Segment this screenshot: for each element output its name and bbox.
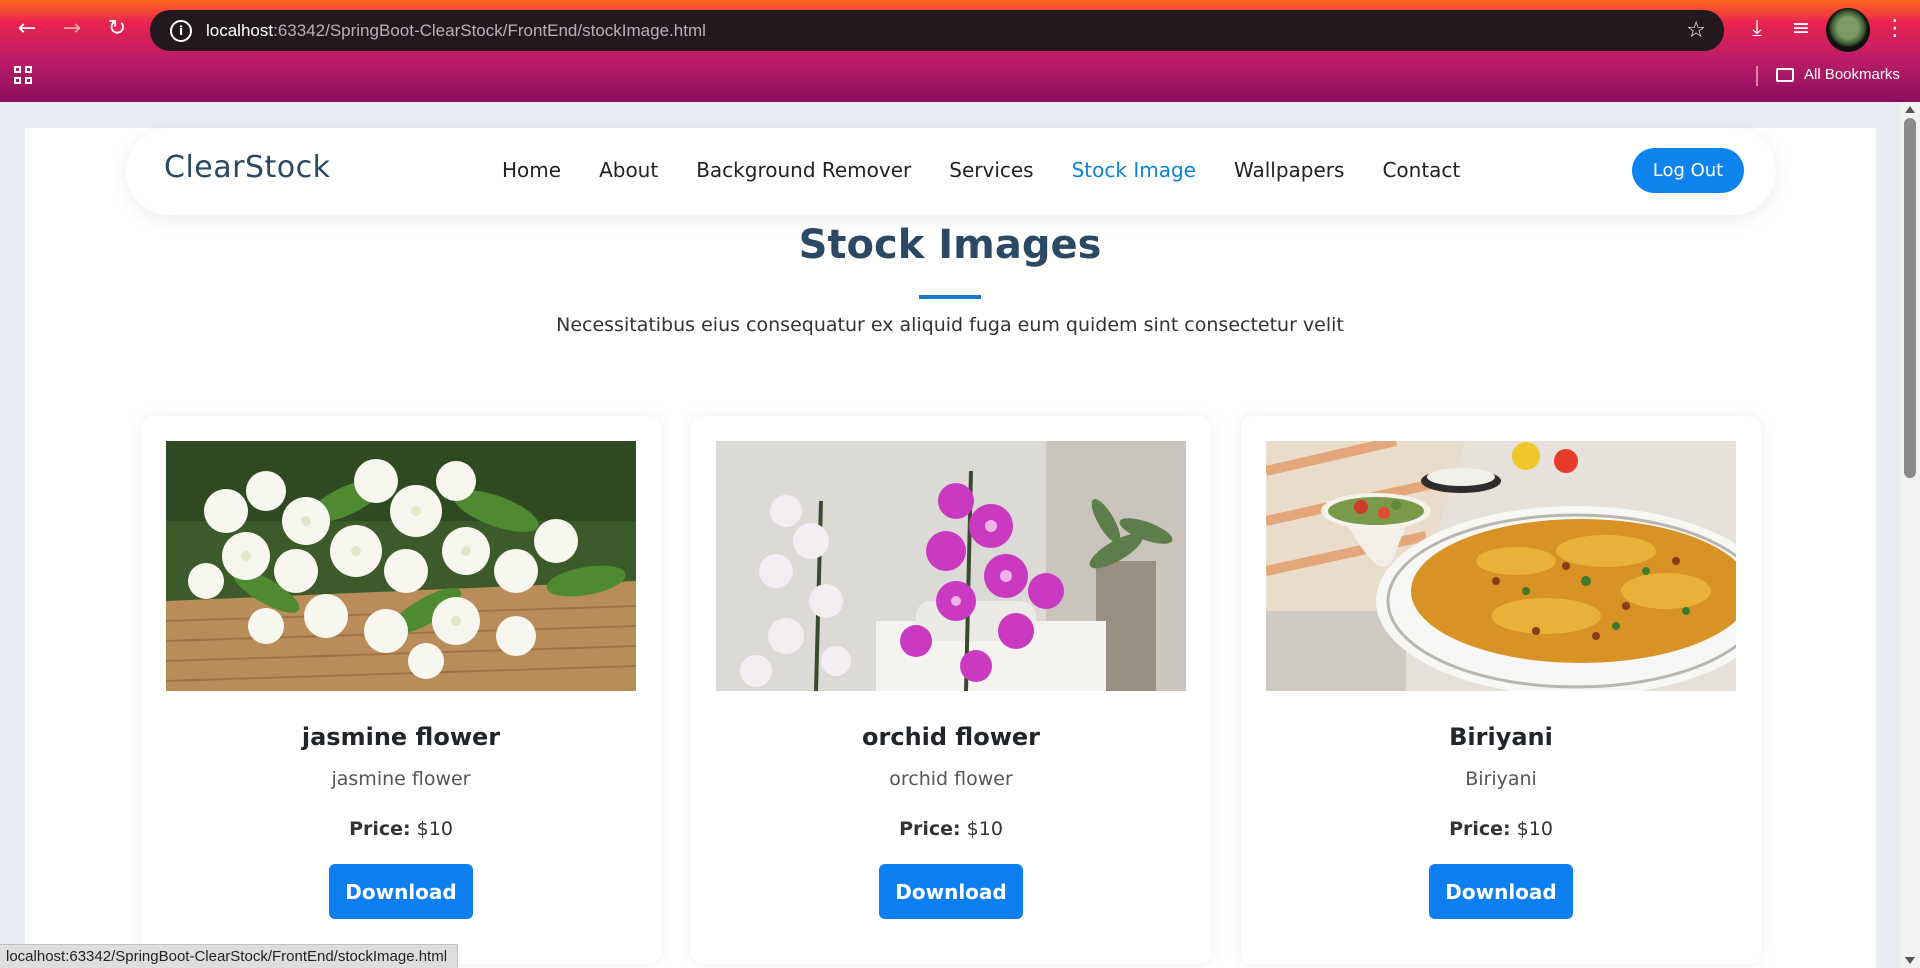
card-price: Price: $10 (1241, 818, 1761, 840)
download-button[interactable]: Download (329, 864, 473, 919)
nav-services[interactable]: Services (949, 158, 1033, 182)
download-icon[interactable]: ⤓ (1742, 14, 1772, 44)
site-navbar: ClearStock Home About Background Remover… (126, 128, 1776, 215)
price-label: Price: (899, 818, 961, 840)
card-title: Biriyani (1449, 723, 1553, 751)
site-info-icon[interactable]: i (170, 19, 192, 42)
section-title: Stock Images (798, 222, 1102, 268)
apps-grid-icon[interactable] (14, 66, 34, 86)
orchid-flower-image (716, 441, 1186, 691)
price-value: $10 (416, 818, 453, 840)
stock-image-grid: jasmine flower jasmine flower Price: $10… (141, 416, 1761, 964)
logout-button[interactable]: Log Out (1632, 148, 1744, 193)
card-title: jasmine flower (301, 723, 501, 751)
folder-icon (1776, 67, 1794, 82)
scroll-down-arrow-icon[interactable] (1905, 957, 1915, 964)
section-subtitle: Necessitatibus eius consequatur ex aliqu… (556, 314, 1344, 336)
all-bookmarks-button[interactable]: All Bookmarks (1776, 66, 1900, 83)
card-title: orchid flower (862, 723, 1040, 751)
title-underline (919, 295, 981, 299)
card-description: jasmine flower (331, 768, 471, 790)
scroll-up-arrow-icon[interactable] (1905, 106, 1915, 113)
url-host: localhost (206, 20, 274, 40)
nav-home[interactable]: Home (502, 158, 561, 182)
main-menu: Home About Background Remover Services S… (502, 158, 1460, 182)
card-price: Price: $10 (691, 818, 1211, 840)
all-bookmarks-label: All Bookmarks (1804, 66, 1900, 83)
bookmark-star-icon[interactable]: ☆ (1686, 18, 1706, 43)
browser-toolbar: ← → ↻ i localhost:63342/SpringBoot-Clear… (0, 0, 1920, 102)
back-arrow-icon[interactable]: ← (12, 14, 42, 44)
profile-avatar[interactable] (1826, 8, 1870, 52)
download-button[interactable]: Download (879, 864, 1023, 919)
nav-stock-image[interactable]: Stock Image (1072, 158, 1196, 182)
price-value: $10 (1516, 818, 1553, 840)
forward-arrow-icon[interactable]: → (57, 14, 87, 44)
brand-logo[interactable]: ClearStock (164, 150, 330, 185)
menu-kebab-icon[interactable]: ⋮ (1880, 14, 1910, 44)
price-value: $10 (966, 818, 1003, 840)
url-text[interactable]: localhost:63342/SpringBoot-ClearStock/Fr… (206, 21, 706, 41)
card-price: Price: $10 (141, 818, 661, 840)
stock-card: jasmine flower jasmine flower Price: $10… (141, 416, 661, 964)
scrollbar-thumb[interactable] (1904, 118, 1916, 478)
bookmarks-bar: All Bookmarks (0, 62, 1920, 90)
card-description: orchid flower (889, 768, 1013, 790)
nav-contact[interactable]: Contact (1382, 158, 1460, 182)
price-label: Price: (349, 818, 411, 840)
download-button[interactable]: Download (1429, 864, 1573, 919)
media-queue-icon[interactable]: ≡ (1786, 14, 1816, 44)
jasmine-flower-image (166, 441, 636, 691)
nav-about[interactable]: About (599, 158, 658, 182)
stock-card: Biriyani Biriyani Price: $10 Download (1241, 416, 1761, 964)
price-label: Price: (1449, 818, 1511, 840)
page-scrollbar[interactable] (1900, 102, 1920, 968)
reload-icon[interactable]: ↻ (102, 14, 132, 44)
card-description: Biriyani (1465, 768, 1537, 790)
url-path: :63342/SpringBoot-ClearStock/FrontEnd/st… (273, 20, 706, 40)
stock-card: orchid flower orchid flower Price: $10 D… (691, 416, 1211, 964)
address-bar[interactable]: i localhost:63342/SpringBoot-ClearStock/… (150, 10, 1724, 51)
nav-background-remover[interactable]: Background Remover (696, 158, 911, 182)
biriyani-image (1266, 441, 1736, 691)
status-bar-url: localhost:63342/SpringBoot-ClearStock/Fr… (0, 944, 459, 968)
bookmarks-divider (1756, 66, 1758, 86)
nav-wallpapers[interactable]: Wallpapers (1234, 158, 1344, 182)
